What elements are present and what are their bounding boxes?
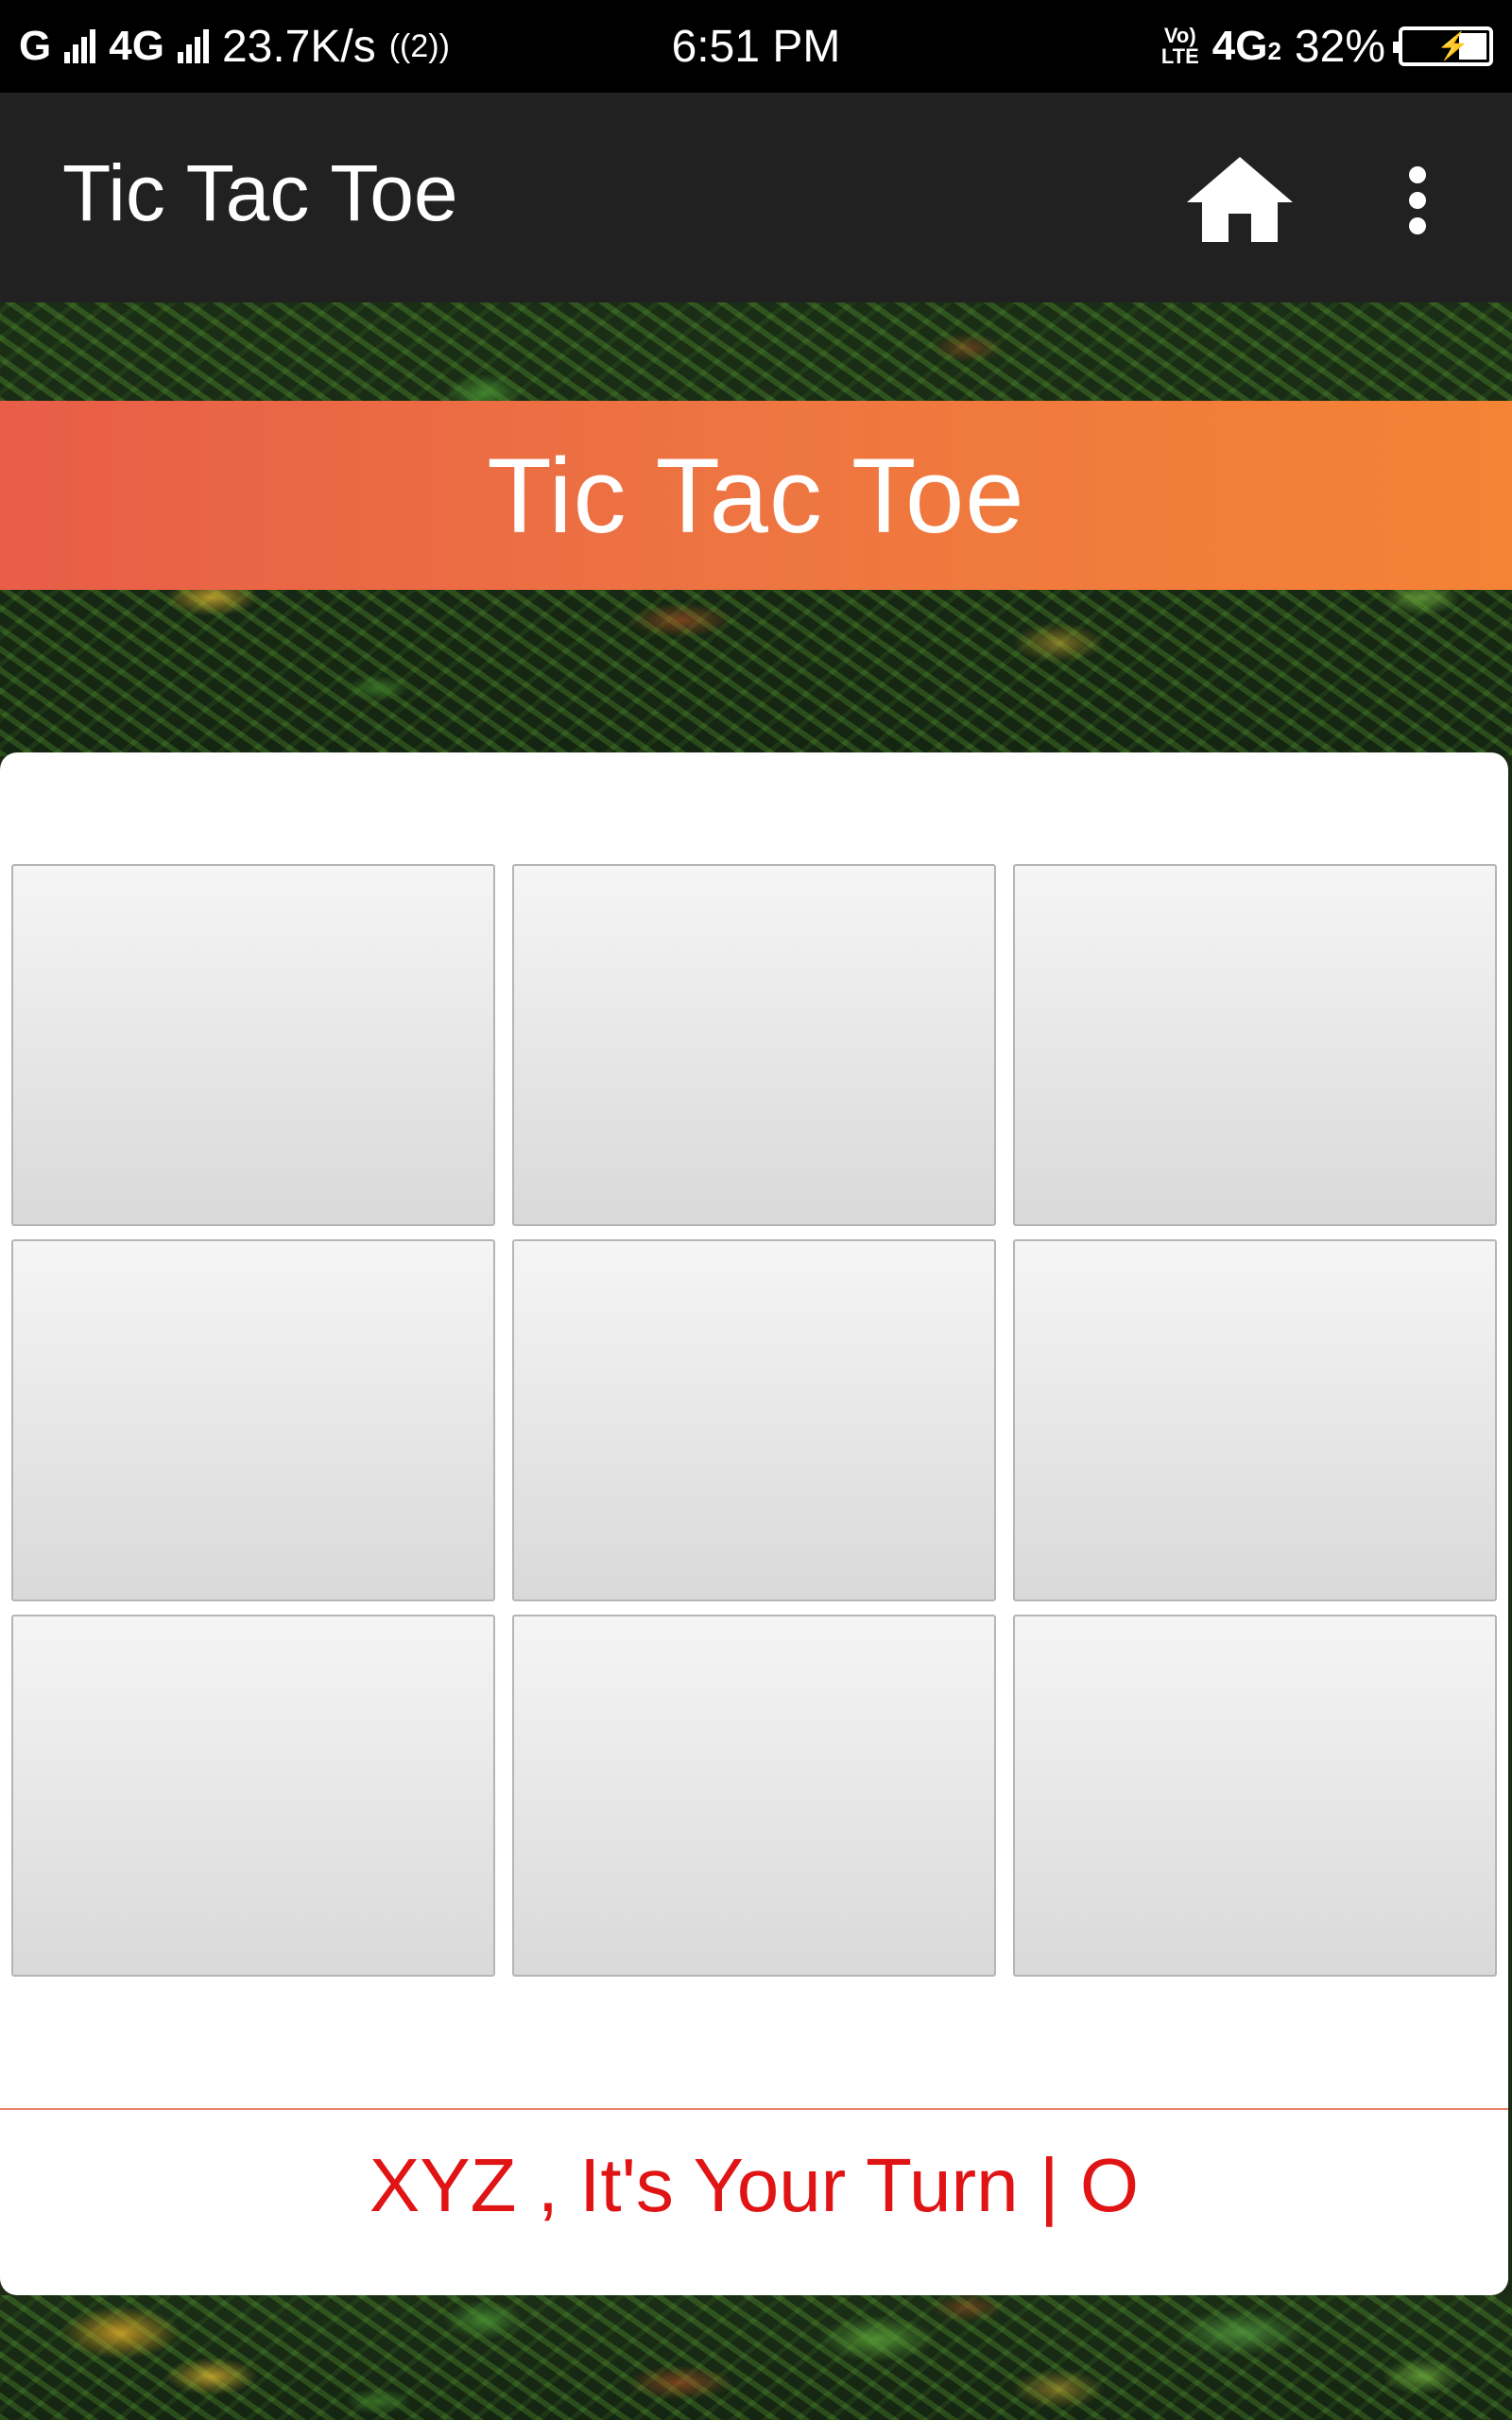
board-cell-6[interactable] [1013, 1239, 1497, 1601]
signal-icon [64, 29, 96, 63]
volte-icon: Vo) LTE [1161, 26, 1199, 67]
overflow-menu-button[interactable] [1380, 157, 1455, 244]
game-card: XYZ , It's Your Turn | O [0, 752, 1508, 2295]
status-left: G 4G 23.7K/s ((2)) [19, 21, 450, 73]
game-board [11, 864, 1497, 1978]
board-cell-7[interactable] [11, 1615, 495, 1977]
network-type-right: 4G2 [1212, 23, 1281, 70]
overflow-menu-icon [1409, 217, 1426, 234]
status-right: Vo) LTE 4G2 32% ⚡ [1161, 21, 1493, 73]
board-cell-3[interactable] [1013, 864, 1497, 1226]
board-cell-9[interactable] [1013, 1615, 1497, 1977]
carrier-label: G [19, 23, 52, 69]
foliage-background-bottom [0, 2295, 1512, 2420]
hotspot-count: 2 [410, 27, 429, 64]
overflow-menu-icon [1409, 192, 1426, 209]
turn-divider [0, 2108, 1508, 2110]
title-banner: Tic Tac Toe [0, 401, 1512, 590]
network-right-sub: 2 [1267, 37, 1281, 65]
board-cell-2[interactable] [512, 864, 996, 1226]
battery-charging-icon: ⚡ [1393, 26, 1493, 66]
volte-bottom: LTE [1160, 44, 1199, 68]
hotspot-icon: ((2)) [388, 27, 450, 64]
status-bar: G 4G 23.7K/s ((2)) 6:51 PM Vo) LTE 4G2 3… [0, 0, 1512, 93]
charging-bolt-icon: ⚡ [1436, 31, 1469, 60]
banner-title: Tic Tac Toe [487, 436, 1025, 555]
overflow-menu-icon [1409, 166, 1426, 183]
turn-status: XYZ , It's Your Turn | O [369, 2143, 1140, 2227]
board-cell-8[interactable] [512, 1615, 996, 1977]
net-speed: 23.7K/s [221, 21, 376, 72]
app-bar: Tic Tac Toe [0, 93, 1512, 302]
network-type-label: 4G [109, 23, 164, 69]
board-cell-5[interactable] [512, 1239, 996, 1601]
board-cell-1[interactable] [11, 864, 495, 1226]
board-cell-4[interactable] [11, 1239, 495, 1601]
signal-icon [177, 29, 209, 63]
app-title: Tic Tac Toe [62, 148, 458, 237]
network-right-label: 4G [1211, 23, 1268, 69]
battery-percent: 32% [1294, 21, 1385, 72]
home-icon [1187, 157, 1293, 242]
home-button[interactable] [1181, 151, 1298, 246]
